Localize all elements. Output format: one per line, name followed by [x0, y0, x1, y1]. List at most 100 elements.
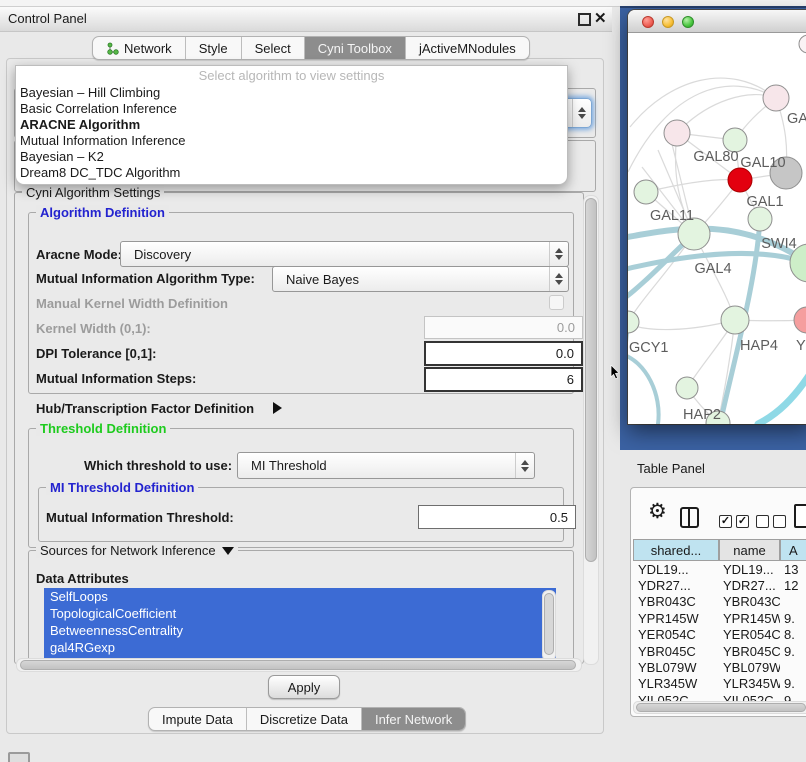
select-all-columns-icon[interactable]: ✓✓	[719, 512, 753, 528]
table-row[interactable]: YDR27...YDR27...12	[633, 577, 806, 593]
table-row[interactable]: YBR043CYBR043C	[633, 594, 806, 610]
node[interactable]	[763, 85, 789, 111]
node-GAL1[interactable]	[728, 168, 752, 192]
table-rows: YDL19...YDL19...13 YDR27...YDR27...12 YB…	[633, 561, 806, 701]
node-label: SWI4	[761, 236, 796, 252]
node-GCY1[interactable]	[628, 311, 639, 333]
table-row[interactable]: YLR345WYLR345W9.	[633, 676, 806, 692]
node-label: HAP4	[740, 338, 778, 354]
new-column-icon[interactable]	[794, 504, 806, 528]
threshold-definition-title: Threshold Definition	[36, 421, 170, 436]
mi-type-combobox[interactable]: Naive Bayes	[272, 266, 569, 292]
settings-vertical-scrollbar[interactable]	[583, 195, 599, 665]
dpi-tolerance-field[interactable]: 0.0	[424, 341, 583, 366]
column-header-clipped[interactable]: A	[780, 539, 806, 561]
table-row[interactable]: YBR045CYBR045C9.	[633, 643, 806, 659]
gear-icon[interactable]: ⚙	[648, 502, 667, 522]
float-window-icon[interactable]	[578, 13, 591, 26]
node[interactable]	[794, 307, 806, 333]
column-header-shared-name[interactable]: shared...	[633, 539, 719, 561]
combo-stepper-icon	[549, 242, 568, 266]
attribute-item[interactable]: TopologicalCoefficient	[44, 605, 556, 622]
which-threshold-combobox[interactable]: MI Threshold	[237, 452, 535, 479]
popup-item[interactable]: Mutual Information Inference	[16, 133, 567, 149]
node-label: GCY1	[629, 340, 669, 356]
which-threshold-label: Which threshold to use:	[84, 458, 232, 473]
popup-item[interactable]: Dream8 DC_TDC Algorithm	[16, 165, 567, 181]
tab-select[interactable]: Select	[242, 37, 305, 59]
node-GAL11[interactable]	[634, 180, 658, 204]
tab-impute-data[interactable]: Impute Data	[149, 708, 247, 730]
table-row[interactable]: YDL19...YDL19...13	[633, 561, 806, 577]
popup-item-highlighted[interactable]: ARACNE Algorithm	[16, 117, 567, 133]
tab-cyni-toolbox-label: Cyni Toolbox	[318, 41, 392, 56]
attribute-list: SelfLoops TopologicalCoefficient Between…	[44, 588, 556, 661]
mi-threshold-field[interactable]: 0.5	[418, 505, 576, 529]
combo-stepper-icon	[549, 267, 568, 291]
cytopanel-tabbar: Network Style Select Cyni Toolbox jActiv…	[92, 36, 530, 60]
kernel-width-label: Kernel Width (0,1):	[36, 321, 151, 336]
attribute-list-scrollbar[interactable]	[542, 590, 556, 661]
node-label: GAL11	[650, 208, 694, 224]
node-HAP4[interactable]	[721, 306, 749, 334]
minimize-window-icon[interactable]	[662, 16, 674, 28]
control-panel: Control Panel ✕ Network Style Select Cyn…	[0, 7, 612, 734]
mi-steps-field[interactable]: 6	[424, 367, 583, 392]
settings-horizontal-scrollbar[interactable]	[16, 658, 582, 672]
popup-item[interactable]: Bayesian – K2	[16, 149, 567, 165]
network-window-titlebar[interactable]	[628, 10, 806, 33]
attribute-item[interactable]: gal4RGexp	[44, 639, 556, 656]
close-panel-icon[interactable]: ✕	[594, 9, 607, 27]
cyni-bottom-tabbar: Impute Data Discretize Data Infer Networ…	[148, 707, 466, 731]
tab-select-label: Select	[255, 41, 291, 56]
table-row[interactable]: YER054CYER054C8.	[633, 627, 806, 643]
tab-discretize-data[interactable]: Discretize Data	[247, 708, 362, 730]
table-panel-title: Table Panel	[637, 461, 705, 476]
node-GAL80[interactable]	[664, 120, 690, 146]
node-label: GAL10	[740, 155, 785, 171]
tab-style[interactable]: Style	[186, 37, 242, 59]
tab-infer-network[interactable]: Infer Network	[362, 708, 465, 730]
zoom-window-icon[interactable]	[682, 16, 694, 28]
tab-jactivemnodules[interactable]: jActiveMNodules	[406, 37, 529, 59]
docked-panel-icon[interactable]	[8, 752, 30, 762]
aracne-mode-label: Aracne Mode:	[36, 247, 122, 262]
tab-jactivemnodules-label: jActiveMNodules	[419, 41, 516, 56]
data-attributes-label: Data Attributes	[36, 571, 129, 586]
hub-definition-expander-label[interactable]: Hub/Transcription Factor Definition	[36, 401, 254, 416]
close-window-icon[interactable]	[642, 16, 654, 28]
network-graph[interactable]: GAL GAL80 GAL10 GAL1 GAL11 GAL4 SWI4 GCY…	[628, 32, 806, 424]
column-browser-icon[interactable]	[680, 507, 699, 528]
table-row[interactable]: YPR145WYPR145W9.	[633, 610, 806, 626]
collapse-down-icon[interactable]	[222, 547, 234, 555]
popup-item[interactable]: Basic Correlation Inference	[16, 101, 567, 117]
network-window: GAL GAL80 GAL10 GAL1 GAL11 GAL4 SWI4 GCY…	[628, 10, 806, 424]
attribute-item[interactable]: SelfLoops	[44, 588, 556, 605]
apply-button-label: Apply	[288, 680, 321, 695]
tab-infer-network-label: Infer Network	[375, 712, 452, 727]
algorithm-definition-title: Algorithm Definition	[36, 205, 169, 220]
network-icon	[106, 42, 119, 55]
table-row[interactable]: YBL079WYBL079W	[633, 659, 806, 675]
expand-right-icon[interactable]	[273, 402, 282, 414]
column-header-label: name	[733, 543, 766, 558]
node-label: Y	[796, 338, 806, 354]
attribute-item[interactable]: BetweennessCentrality	[44, 622, 556, 639]
column-header-label: shared...	[651, 543, 702, 558]
node[interactable]	[799, 35, 806, 53]
node-SWI4[interactable]	[748, 207, 772, 231]
manual-kernel-checkbox[interactable]	[549, 295, 564, 310]
tab-network[interactable]: Network	[93, 37, 186, 59]
table-horizontal-scrollbar[interactable]	[633, 701, 806, 714]
apply-button[interactable]: Apply	[268, 675, 340, 699]
tab-impute-data-label: Impute Data	[162, 712, 233, 727]
node-HAP2[interactable]	[676, 377, 698, 399]
deselect-all-columns-icon[interactable]: ✓✓	[756, 512, 790, 528]
network-labels: GAL GAL80 GAL10 GAL1 GAL11 GAL4 SWI4 GCY…	[629, 111, 806, 423]
tab-cyni-toolbox[interactable]: Cyni Toolbox	[305, 37, 406, 59]
popup-item[interactable]: Bayesian – Hill Climbing	[16, 85, 567, 101]
kernel-width-field[interactable]: 0.0	[424, 316, 583, 339]
column-header-name[interactable]: name	[719, 539, 780, 561]
aracne-mode-combobox[interactable]: Discovery	[120, 241, 569, 267]
table-row[interactable]: YIL052CYIL052C9	[633, 692, 806, 701]
